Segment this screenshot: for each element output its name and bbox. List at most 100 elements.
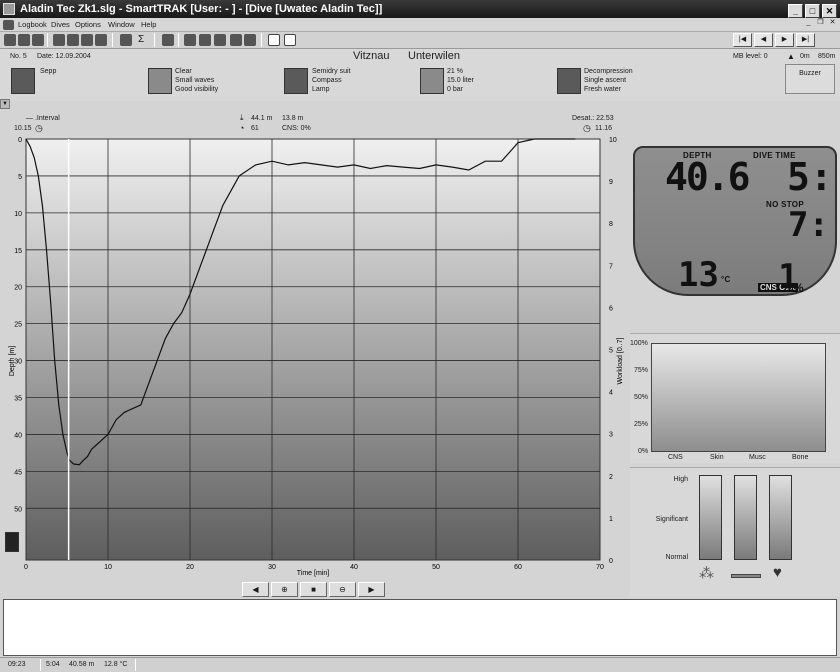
cns-pct-value: 61 [251, 125, 259, 132]
notes-area[interactable] [3, 599, 837, 656]
step-forward-button[interactable]: ▶ [358, 582, 385, 597]
app-icon [3, 3, 15, 15]
x-tick-label: 60 [514, 564, 522, 571]
lcd-no-stop-value: 7: [788, 205, 829, 245]
edit-icon[interactable] [67, 34, 79, 46]
child-restore-button[interactable]: ❐ [815, 18, 826, 29]
dive-type-line-1: Decompression [584, 68, 633, 75]
interval-clock-icon: ◷ [35, 123, 43, 133]
sat-y-label-0: 0% [638, 448, 649, 455]
sat-y-label-25: 25% [634, 421, 649, 428]
step-back-button[interactable]: ◀ [242, 582, 269, 597]
status-time: 09:23 [8, 661, 26, 668]
first-dive-button[interactable]: |◀ [733, 33, 752, 47]
sat-cat-cns: CNS [668, 454, 683, 461]
next-dive-button[interactable]: ▶ [775, 33, 794, 47]
dive-computer-panel: DEPTH DIVE TIME 40.6 5: NO STOP 7: 13 °C… [630, 115, 840, 331]
print-icon[interactable] [32, 34, 44, 46]
y2-tick-label: 3 [609, 432, 613, 439]
zoom-in-button[interactable]: ⊕ [271, 582, 298, 597]
sum-icon[interactable]: Σ [138, 34, 150, 46]
maximize-button[interactable]: □ [805, 4, 820, 18]
menu-help[interactable]: Help [141, 19, 156, 31]
menu-dives[interactable]: Dives [51, 19, 70, 31]
equipment-line-3: Lamp [312, 86, 330, 93]
document-icon[interactable] [3, 20, 14, 30]
y2-tick-label: 7 [609, 263, 613, 270]
zoom-out-button[interactable]: ⊖ [329, 582, 356, 597]
gas-oxygen: 21 % [447, 68, 463, 75]
connect-icon[interactable] [214, 34, 226, 46]
x-tick-label: 50 [432, 564, 440, 571]
location-name[interactable]: Vitznau [353, 50, 390, 62]
equipment-line-1: Semidry suit [312, 68, 351, 75]
thermometer-icon[interactable] [230, 34, 242, 46]
menu-bar: Logbook Dives Options Window Help _ ❐ ✕ [0, 18, 840, 32]
altitude-value: 0m [800, 53, 810, 60]
buzzer-label: Buzzer [799, 70, 821, 77]
sat-cat-musc: Musc [749, 454, 766, 461]
dive-type-icon[interactable] [557, 68, 581, 94]
prev-dive-button[interactable]: ◀ [754, 33, 773, 47]
dive-computer-icon[interactable] [199, 34, 211, 46]
x-tick-label: 30 [268, 564, 276, 571]
menu-logbook[interactable]: Logbook [18, 19, 47, 31]
ascent-warning-icon[interactable] [5, 532, 19, 552]
weather-icon[interactable] [148, 68, 172, 94]
y-tick-label: 0 [18, 137, 22, 144]
download-icon[interactable] [53, 34, 65, 46]
tile-vertical-icon[interactable] [284, 34, 296, 46]
open-logbook-icon[interactable] [18, 34, 30, 46]
y2-tick-label: 6 [609, 305, 613, 312]
buzzer-box[interactable]: Buzzer [785, 64, 835, 94]
close-button[interactable]: ✕ [822, 4, 837, 18]
y-tick-label: 20 [14, 285, 22, 292]
status-elapsed: 5:04 [46, 661, 60, 668]
lcd-dive-time-value: 5: [787, 155, 833, 199]
x-tick-label: 10 [104, 564, 112, 571]
buddy-icon[interactable] [11, 68, 35, 94]
tile-horizontal-icon[interactable] [268, 34, 280, 46]
lcd-depth-value: 40.6 [665, 155, 751, 199]
last-dive-button[interactable]: ▶| [796, 33, 815, 47]
dive-profile-chart[interactable]: 0 10 20 30 40 50 60 700510152025303540455010987… [0, 111, 627, 597]
display-icon[interactable] [244, 34, 256, 46]
altitude-max: 850m [818, 53, 836, 60]
desat-value: 11.16 [595, 125, 612, 132]
status-depth: 40.58 m [69, 661, 95, 668]
dive-site-name[interactable]: Unterwilen [408, 50, 460, 62]
sat-y-label-75: 75% [634, 367, 649, 374]
child-minimize-button[interactable]: _ [803, 18, 814, 29]
dive-info-bar: No. 5 Date: 12.09.2004 Vitznau Unterwile… [0, 49, 840, 101]
expand-toggle-icon[interactable]: ▼ [0, 99, 10, 109]
x-tick-label: 70 [596, 564, 604, 571]
sat-y-label-100: 100% [630, 340, 648, 347]
sat-cat-skin: Skin [710, 454, 724, 461]
x-axis-label: Time [min] [297, 570, 329, 577]
toolbar: Σ |◀ ◀ ▶ ▶| [0, 32, 840, 49]
x-tick-label: 40 [350, 564, 358, 571]
y2-tick-label: 5 [609, 348, 613, 355]
weather-line-2: Small waves [175, 77, 215, 84]
copy-icon[interactable] [95, 34, 107, 46]
workload-bar-breathing [699, 475, 722, 560]
lcd-temp-value: 13 [678, 255, 719, 295]
stack-icon[interactable] [120, 34, 132, 46]
y2-tick-label: 8 [609, 221, 613, 228]
tank-icon[interactable] [184, 34, 196, 46]
minimize-button[interactable]: _ [788, 4, 803, 18]
diver-icon[interactable] [162, 34, 174, 46]
y2-tick-label: 10 [609, 137, 617, 144]
tank-gas-icon[interactable] [420, 68, 444, 94]
dive-type-line-2: Single ascent [584, 77, 627, 84]
y-axis-label: Depth [m] [9, 346, 16, 376]
menu-options[interactable]: Options [75, 19, 101, 31]
y-tick-label: 35 [14, 396, 22, 403]
child-close-button[interactable]: ✕ [827, 18, 838, 29]
lcd-cns-unit: % [793, 281, 804, 295]
new-logbook-icon[interactable] [4, 34, 16, 46]
stop-button[interactable]: ■ [300, 582, 327, 597]
delete-icon[interactable] [81, 34, 93, 46]
menu-window[interactable]: Window [108, 19, 135, 31]
equipment-icon[interactable] [284, 68, 308, 94]
